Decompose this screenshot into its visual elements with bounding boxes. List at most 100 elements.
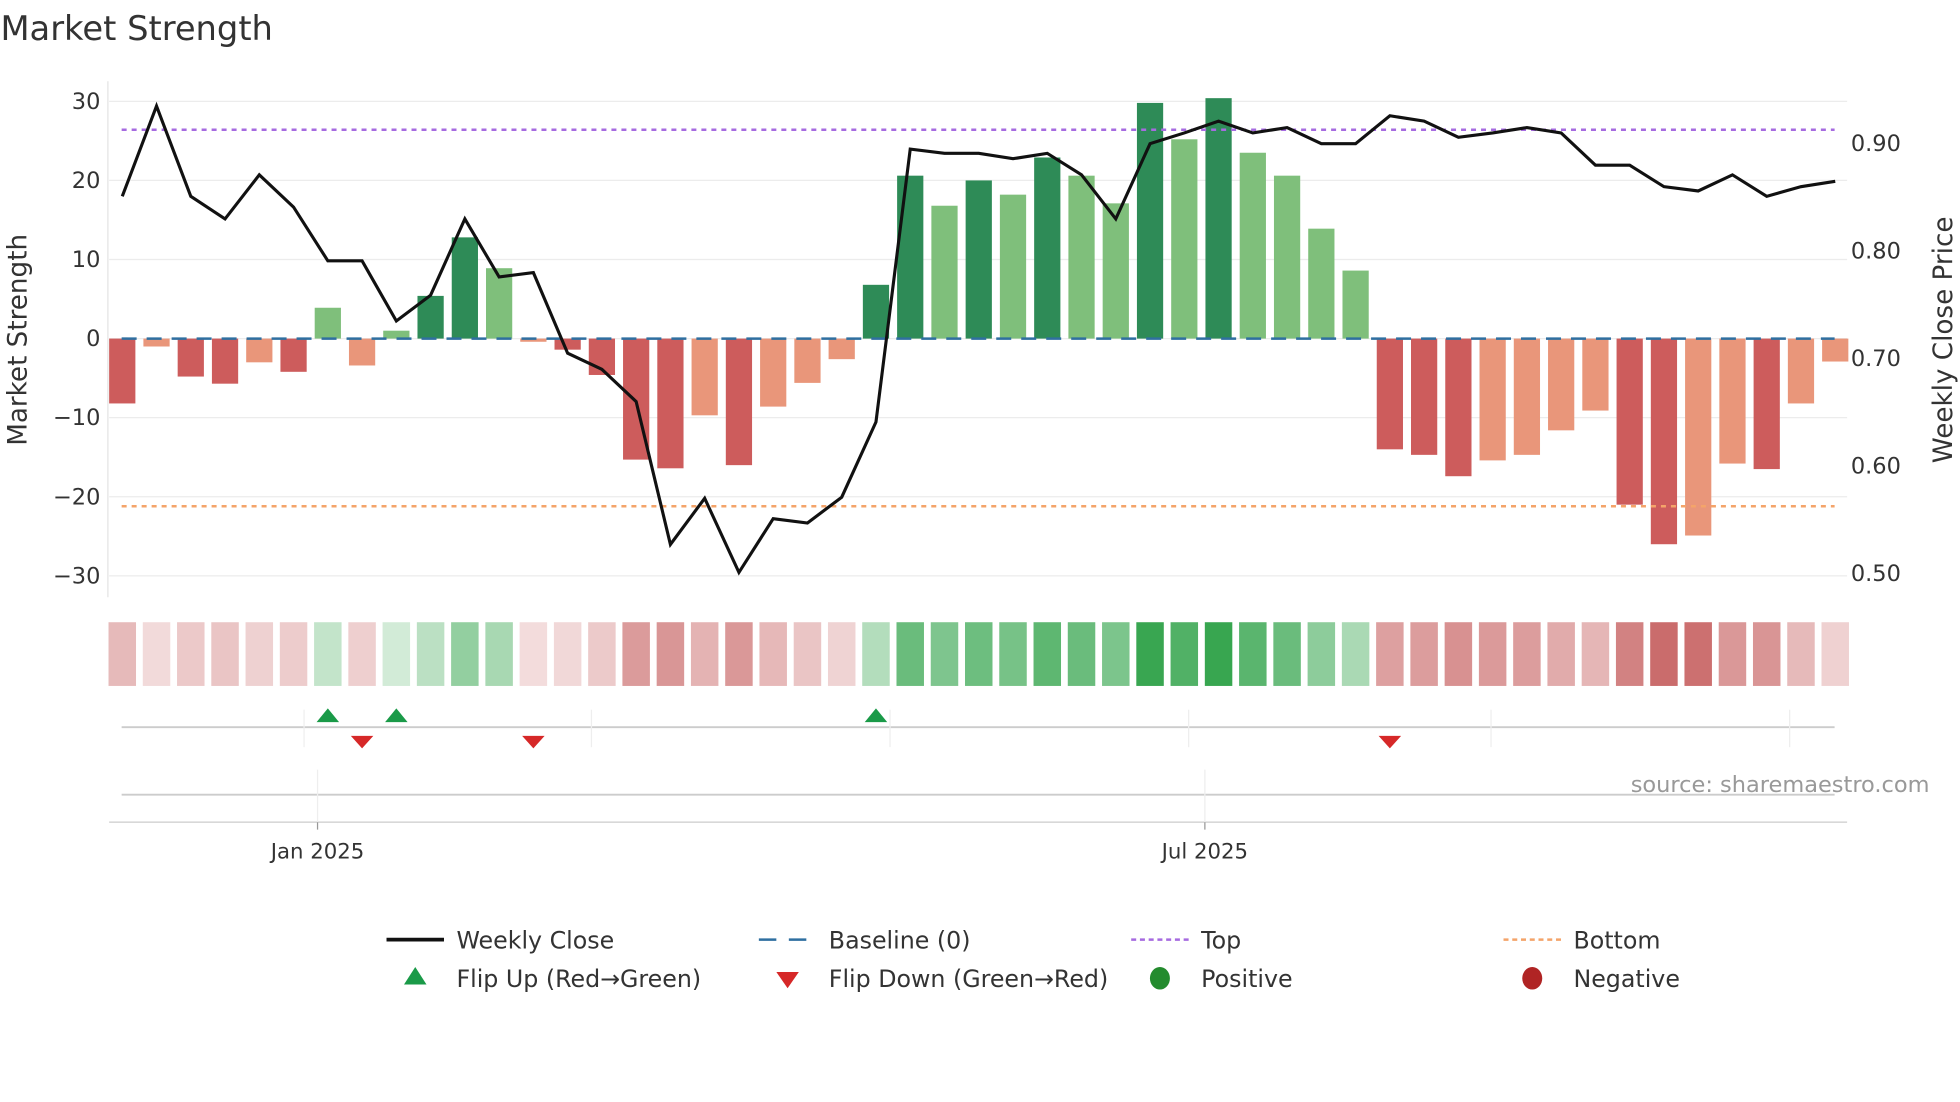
- heat-cell: [416, 622, 445, 686]
- heat-cell: [1650, 622, 1678, 686]
- flip-down-marker: [350, 735, 374, 749]
- strength-bar: [1239, 152, 1266, 339]
- strength-bar: [760, 338, 787, 407]
- legend-label: Weekly Close: [456, 926, 614, 954]
- strength-bar: [965, 180, 992, 339]
- strength-bar: [1548, 338, 1575, 431]
- heat-cell: [793, 622, 822, 686]
- legend-label: Top: [1200, 926, 1241, 954]
- heat-cell: [245, 622, 274, 686]
- strength-bar: [1650, 338, 1678, 545]
- heat-cell: [999, 622, 1027, 686]
- y2-tick-label: 0.90: [1851, 131, 1901, 157]
- strength-bar: [177, 338, 204, 377]
- legend-item-tri-up: Flip Up (Red→Green): [404, 965, 701, 993]
- strength-bar: [691, 338, 718, 416]
- source-label: source: sharemaestro.com: [1631, 772, 1930, 798]
- market-strength-chart: Market Strength 30 20 10 0 −10 −20 −30 0.90 0.80…: [0, 9, 1959, 993]
- heat-cell: [1376, 622, 1404, 686]
- y-tick-label: 20: [72, 168, 101, 194]
- heat-cell: [1444, 622, 1473, 686]
- strength-bar: [1479, 338, 1506, 461]
- legend-label: Baseline (0): [829, 926, 971, 954]
- heat-cell: [1204, 622, 1233, 686]
- legend-item-dotted: Top: [1131, 926, 1241, 954]
- y2-axis-label: Weekly Close Price: [1929, 217, 1959, 464]
- y2-tick-label: 0.80: [1851, 239, 1901, 265]
- heat-cell: [1033, 622, 1062, 686]
- heat-cell: [1170, 622, 1199, 686]
- strength-bar: [725, 338, 753, 466]
- heat-cell: [279, 622, 308, 686]
- legend-item-dashed: Baseline (0): [758, 926, 971, 954]
- strength-bar: [1034, 157, 1061, 339]
- strength-bar: [1445, 338, 1472, 477]
- legend-dot-icon: [1522, 967, 1543, 990]
- heat-cell: [553, 622, 582, 686]
- x-tick-label: Jan 2025: [269, 839, 365, 864]
- legend-item-dot: Negative: [1522, 965, 1680, 993]
- legend-label: Bottom: [1573, 926, 1660, 954]
- heat-cell: [519, 622, 548, 686]
- heat-cell: [451, 622, 479, 686]
- heat-cell: [1684, 622, 1712, 686]
- y-tick-label: −30: [53, 563, 100, 589]
- heat-cell: [862, 622, 890, 686]
- heat-cell: [1787, 622, 1815, 686]
- legend-label: Negative: [1573, 965, 1679, 993]
- y2-tick-label: 0.70: [1851, 346, 1901, 372]
- y-tick-label: 10: [72, 247, 101, 273]
- heat-cell: [622, 622, 650, 686]
- legend-item-dot: Positive: [1149, 965, 1293, 993]
- heat-cell: [1273, 622, 1301, 686]
- heat-cell: [211, 622, 239, 686]
- heat-cell: [1410, 622, 1438, 686]
- strength-bar: [1342, 270, 1369, 339]
- heat-cell: [1547, 622, 1575, 686]
- heat-cell: [1821, 622, 1849, 686]
- strength-bar: [1308, 228, 1335, 339]
- strength-bar: [999, 194, 1027, 339]
- heat-cell: [142, 622, 171, 686]
- strength-bar: [554, 338, 581, 350]
- strength-bar: [1273, 175, 1301, 339]
- flip-down-marker: [522, 735, 545, 749]
- strength-bar: [109, 338, 136, 404]
- chart-title: Market Strength: [0, 9, 272, 48]
- strength-bar: [1513, 338, 1541, 455]
- heat-cell: [108, 622, 137, 686]
- heat-cell: [1307, 622, 1336, 686]
- y-axis-label: Market Strength: [4, 234, 34, 446]
- heat-cell: [177, 622, 205, 686]
- legend-item-line: Weekly Close: [386, 926, 614, 954]
- heat-cell: [690, 622, 719, 686]
- strength-bar: [485, 268, 513, 339]
- legend-item-dotted: Bottom: [1503, 926, 1660, 954]
- y2-tick-label: 0.60: [1851, 454, 1901, 480]
- strength-bar: [1376, 338, 1403, 450]
- heat-cell: [485, 622, 513, 686]
- strength-bar: [1685, 338, 1712, 536]
- strength-bar: [451, 237, 478, 339]
- strength-bar: [1787, 338, 1815, 404]
- heat-cell: [1581, 622, 1610, 686]
- strength-bar: [1753, 338, 1780, 470]
- y-tick-label: 30: [72, 89, 101, 115]
- heat-cell: [348, 622, 376, 686]
- heat-cell: [1102, 622, 1130, 686]
- strength-bar: [862, 284, 890, 339]
- strength-bar: [1171, 139, 1198, 339]
- flip-up-marker: [385, 708, 408, 723]
- y-tick-label: −20: [53, 484, 100, 510]
- legend-triangle-up-icon: [404, 967, 427, 985]
- strength-bar: [657, 338, 684, 469]
- heat-cell: [1136, 622, 1164, 686]
- heat-cell: [827, 622, 856, 686]
- heat-cell: [896, 622, 924, 686]
- strength-bar: [280, 338, 307, 372]
- legend-label: Positive: [1201, 965, 1292, 993]
- x-tick-label: Jul 2025: [1160, 839, 1248, 864]
- strength-bar: [897, 175, 924, 339]
- legend: Weekly Close Baseline (0) Top Bottom Flip Up…: [386, 926, 1680, 993]
- heat-cell: [930, 622, 959, 686]
